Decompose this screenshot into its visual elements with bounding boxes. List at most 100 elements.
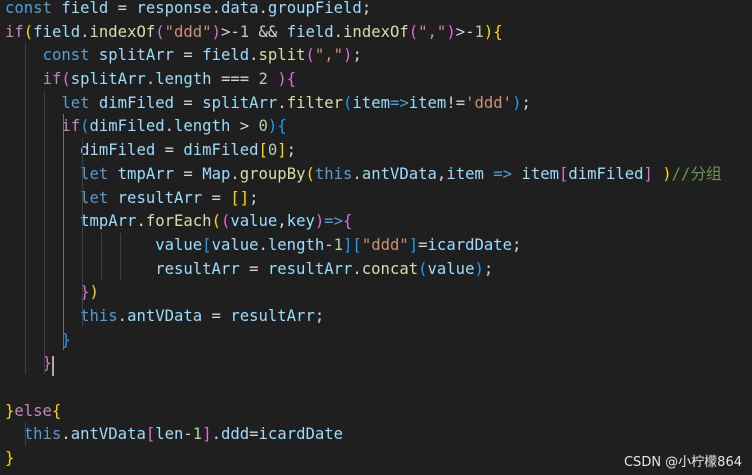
code-line[interactable]: let tmpArr = Map.groupBy(this.antVData,i… [5,163,722,187]
code-token: resultArr [155,259,240,278]
code-editor[interactable]: const field = response.data.groupField; i… [0,0,752,475]
code-token: = [239,259,268,278]
code-token: groupField [267,0,362,17]
code-token: != [446,93,466,112]
code-token: . [333,22,344,41]
code-token: length [155,70,212,89]
code-line[interactable] [5,376,722,400]
code-line[interactable]: const field = response.data.groupField; [5,0,722,21]
code-token: => [324,212,344,231]
code-line[interactable]: tmpArr.forEach((value,key)=>{ [5,210,722,234]
code-token: , [277,212,287,231]
code-line[interactable]: dimFiled = dimFiled[0]; [5,139,722,163]
code-token: [ [202,235,212,254]
code-line[interactable]: value[value.length-1]["ddd"]=icardDate; [5,234,722,258]
code-token: len [155,425,184,444]
indent-guide [82,138,83,326]
code-token: length [267,235,325,254]
code-token: { [493,22,503,41]
code-token: - [183,425,193,444]
code-token: . [277,93,287,112]
code-token: Map [202,164,231,183]
code-token: value [155,235,203,254]
code-token: indexOf [89,22,156,41]
code-line[interactable]: this.antVData[len-1].ddd=icardDate [5,423,722,447]
code-line[interactable]: } [5,447,722,471]
code-token: . [258,235,268,254]
code-token: = [174,93,203,112]
code-token: const [5,0,52,17]
code-token: value [427,259,475,278]
code-token: this [80,306,118,325]
code-token: indexOf [343,22,409,41]
code-token: data [220,0,259,17]
code-token: { [277,117,287,136]
code-token: tmpArr [117,164,175,183]
code-token: 1 [474,22,484,41]
code-line[interactable]: }else{ [5,400,722,424]
code-token: >- [455,22,475,41]
code-token: item [352,93,390,112]
code-line[interactable]: } [5,329,722,353]
code-token: icardDate [427,235,513,254]
code-token: ( [418,259,428,278]
code-token: "ddd" [361,235,409,254]
code-token: dimFiled [183,141,259,160]
code-token: ) [474,259,484,278]
code-token: let [61,93,90,112]
code-token: if [5,22,24,41]
code-token: //分组 [671,164,722,183]
code-token: ( [408,22,419,41]
code-line[interactable]: }) [5,281,722,305]
code-token: resultArr [230,306,315,325]
code-token: resultArr [117,188,203,207]
code-token: . [61,425,71,444]
code-token: . [136,212,146,231]
code-token: . [352,164,362,183]
code-line[interactable]: if(splitArr.length === 2 ){ [5,68,722,92]
code-line[interactable]: let dimFiled = splitArr.filter(item=>ite… [5,92,722,116]
code-token: = [174,46,203,65]
code-token: . [211,0,221,17]
code-token: icardDate [258,425,344,444]
code-line[interactable]: this.antVData = resultArr; [5,305,722,329]
code-token: . [249,46,259,65]
indent-guide [63,114,64,350]
code-token: ( [343,93,353,112]
code-token: ( [211,212,221,231]
code-token: ] [643,164,653,183]
code-token: value [230,212,278,231]
code-token: dimFiled [568,164,644,183]
code-token: 0 [267,141,278,160]
code-token: ; [249,188,259,207]
code-line[interactable]: } [5,352,722,376]
code-area[interactable]: const field = response.data.groupField; i… [5,0,722,471]
code-line[interactable]: const splitArr = field.split(","); [5,44,722,68]
code-token: 2 [258,70,268,89]
code-token: ) [267,117,278,136]
code-line[interactable]: let resultArr = []; [5,187,722,211]
code-token: ( [305,164,315,183]
code-token: { [51,401,62,420]
code-token: => [389,93,409,112]
code-token: this [23,425,62,444]
code-line[interactable]: if(field.indexOf("ddd")>-1 && field.inde… [5,21,722,45]
code-token: ; [521,93,531,112]
code-token: . [145,70,156,89]
code-token: { [286,70,297,89]
code-token: = [174,164,203,183]
code-token: "ddd" [164,22,212,41]
code-line[interactable]: resultArr = resultArr.concat(value); [5,258,722,282]
code-line[interactable]: if(dimFiled.length > 0){ [5,115,722,139]
code-token: splitArr [70,70,146,89]
